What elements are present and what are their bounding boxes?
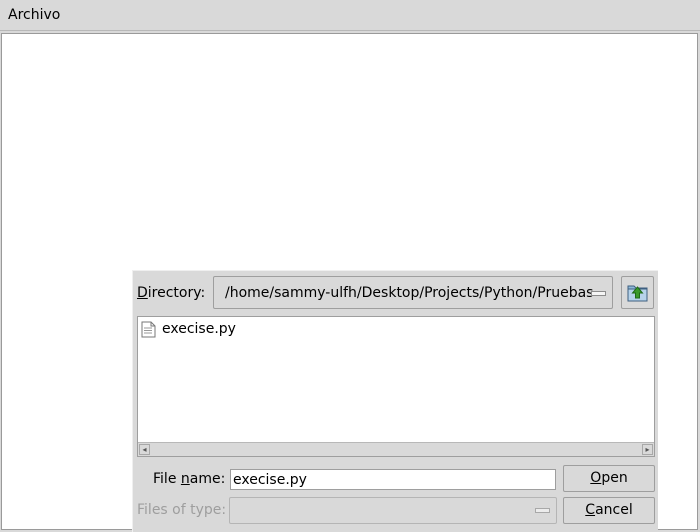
files-of-type-label: Files of type: — [137, 502, 227, 518]
menu-archivo[interactable]: Archivo — [8, 7, 60, 23]
files-of-type-combobox — [229, 497, 557, 524]
cancel-button[interactable]: Cancel — [563, 497, 655, 524]
scroll-left-icon[interactable]: ◂ — [139, 444, 150, 455]
file-name-label: File name: — [153, 471, 226, 487]
directory-label: Directory: — [137, 285, 206, 301]
file-list[interactable]: execise.py ◂ ▸ — [137, 316, 655, 457]
combo-indicator-icon — [535, 508, 550, 513]
menu-bar: Archivo — [0, 0, 700, 31]
folder-up-button[interactable] — [621, 276, 654, 309]
scroll-right-icon[interactable]: ▸ — [642, 444, 653, 455]
file-name-text: execise.py — [162, 321, 236, 337]
folder-up-icon — [627, 285, 648, 302]
horizontal-scrollbar[interactable]: ◂ ▸ — [138, 442, 654, 456]
directory-path: /home/sammy-ulfh/Desktop/Projects/Python… — [225, 285, 594, 301]
document-icon — [141, 321, 156, 338]
file-name-field[interactable] — [230, 469, 556, 490]
open-button[interactable]: Open — [563, 465, 655, 492]
open-file-dialog: Directory: /home/sammy-ulfh/Desktop/Proj… — [132, 270, 658, 532]
directory-combobox[interactable]: /home/sammy-ulfh/Desktop/Projects/Python… — [213, 276, 613, 309]
combo-indicator-icon — [591, 291, 606, 296]
